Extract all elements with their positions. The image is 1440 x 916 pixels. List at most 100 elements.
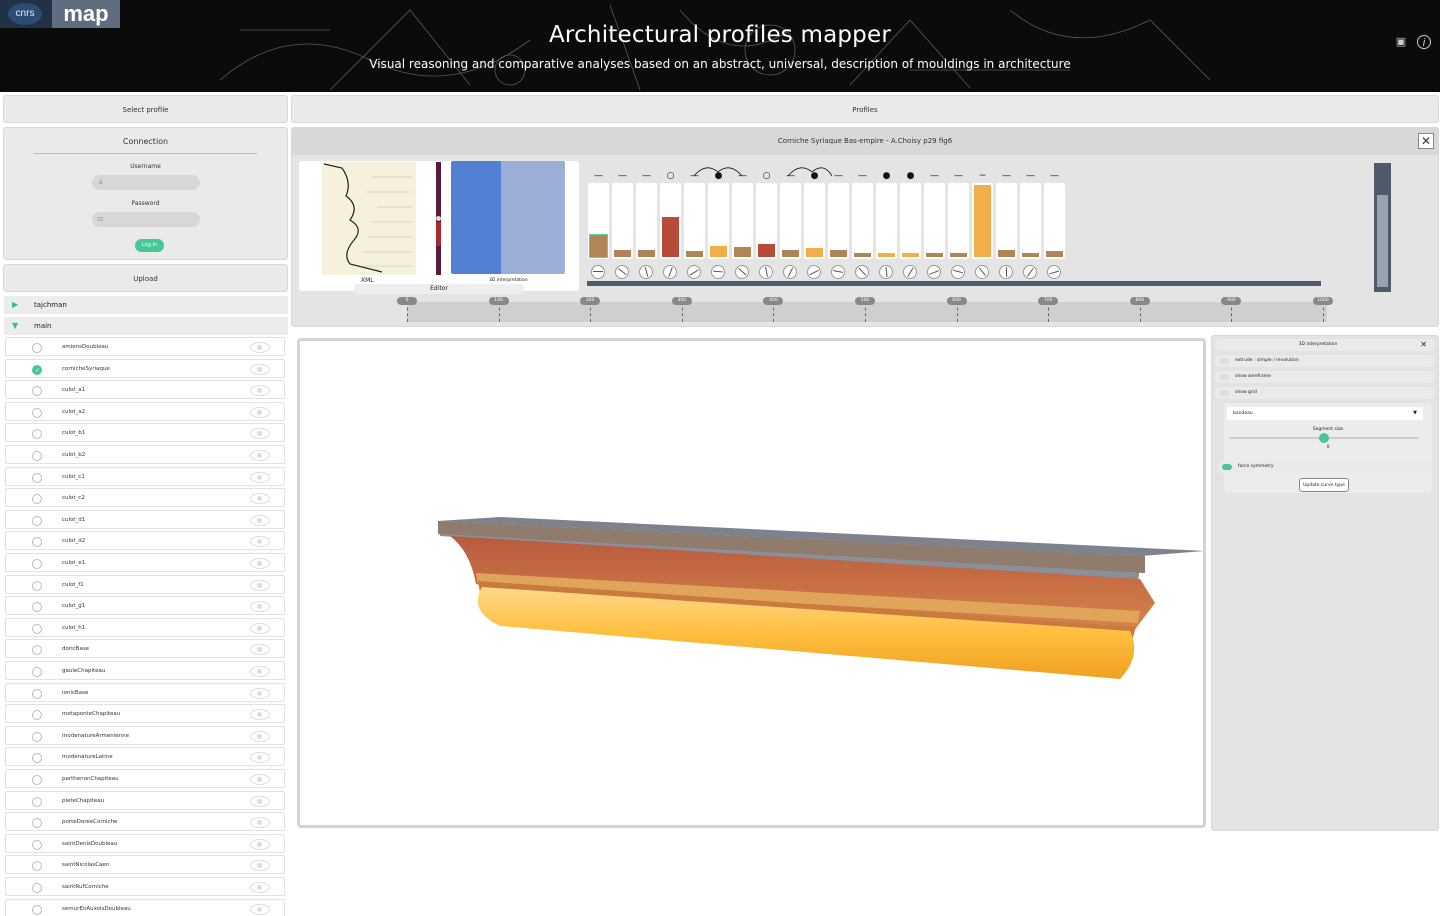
moulding-bar[interactable] (804, 183, 825, 259)
eye-icon[interactable] (250, 752, 270, 764)
bar-rotation-knob[interactable] (949, 263, 967, 281)
profile-radio[interactable] (32, 753, 42, 764)
bar-rotation-knob[interactable] (900, 262, 920, 282)
eye-icon[interactable] (250, 774, 270, 785)
profile-item[interactable]: saintNicolasCaen (5, 855, 285, 875)
moulding-bar[interactable] (780, 183, 801, 259)
profile-item[interactable]: amiensDoubleau (5, 337, 285, 356)
eye-icon[interactable] (250, 730, 270, 742)
eye-icon[interactable] (250, 882, 270, 893)
profile-item[interactable]: saintRufCorniche (5, 877, 285, 896)
bar-rotation-knob[interactable] (757, 263, 775, 281)
profile-item[interactable]: culot_c1 (5, 466, 285, 486)
profile-radio[interactable] (32, 580, 42, 591)
vertical-scrollbar[interactable] (1374, 163, 1391, 292)
toggle-row[interactable]: show grid (1215, 387, 1435, 399)
eye-icon[interactable] (250, 601, 270, 613)
toggle-row[interactable]: show wireframe (1215, 371, 1435, 383)
profile-radio[interactable] (32, 602, 42, 613)
eye-icon[interactable] (250, 666, 270, 677)
bar-rotation-knob[interactable] (660, 262, 680, 282)
profile-radio[interactable] (32, 386, 42, 397)
profile-item[interactable]: culot_d1 (5, 509, 285, 529)
bar-rotation-knob[interactable] (591, 265, 605, 279)
profile-item[interactable]: parthenonChapiteau (5, 769, 285, 788)
moulding-bar[interactable] (660, 183, 681, 259)
moulding-bar[interactable] (1020, 183, 1041, 259)
moulding-bar[interactable] (588, 183, 609, 259)
moulding-bar[interactable] (852, 183, 873, 259)
eye-icon[interactable] (250, 579, 270, 591)
moulding-bar[interactable] (684, 183, 705, 259)
update-curve-type-button[interactable]: Update curve type (1299, 478, 1349, 492)
eye-icon[interactable] (250, 687, 270, 699)
profile-item[interactable]: culot_c2 (5, 488, 285, 508)
moulding-bar[interactable] (756, 183, 777, 259)
eye-icon[interactable] (250, 342, 270, 353)
profile-item[interactable]: modenatureLatine (5, 747, 285, 767)
profile-radio[interactable] (32, 472, 42, 483)
bar-rotation-knob[interactable] (852, 262, 872, 282)
profile-radio[interactable] (32, 361, 42, 380)
bar-rotation-knob[interactable] (998, 264, 1014, 280)
moulding-bar[interactable] (996, 183, 1017, 259)
profile-item[interactable]: modenatureArmenienne (5, 725, 285, 745)
profile-item[interactable]: culot_b2 (5, 445, 285, 464)
3d-viewport[interactable] (297, 338, 1206, 828)
toggle-switch[interactable] (1219, 390, 1229, 396)
moulding-bar[interactable] (612, 183, 633, 259)
eye-icon[interactable] (250, 838, 270, 850)
profile-radio[interactable] (32, 667, 42, 677)
profile-radio[interactable] (32, 731, 42, 742)
eye-icon[interactable] (250, 795, 270, 807)
tree-group-main[interactable]: ▼ main (4, 317, 288, 335)
profile-radio[interactable] (32, 559, 42, 569)
ruler[interactable]: 0 100 200 300 400 500 600 700 800 900 1000 (397, 297, 1333, 322)
profile-sketch-image[interactable] (322, 162, 416, 275)
profile-item[interactable]: ionicBase (5, 682, 285, 702)
eye-icon[interactable] (250, 558, 270, 569)
eye-icon[interactable] (250, 514, 270, 526)
moulding-bar[interactable] (732, 183, 753, 259)
profile-item[interactable]: doricBase (5, 639, 285, 659)
eye-icon[interactable] (250, 536, 270, 548)
bar-rotation-knob[interactable] (1045, 263, 1063, 281)
eye-icon[interactable] (250, 709, 270, 721)
moulding-bar[interactable] (924, 183, 945, 259)
profile-radio[interactable] (32, 688, 42, 699)
profile-item[interactable]: porteDoreeCorniche (5, 812, 285, 832)
moulding-bar[interactable] (1044, 183, 1065, 259)
eye-icon[interactable] (250, 471, 270, 483)
profile-radio[interactable] (32, 645, 42, 656)
profile-radio[interactable] (32, 407, 42, 418)
interpretation-thumbnail[interactable] (451, 161, 565, 274)
profile-item[interactable]: culot_d2 (5, 531, 285, 551)
eye-icon[interactable] (250, 644, 270, 656)
moulding-bar[interactable] (636, 183, 657, 259)
select-profile-header[interactable]: Select profile (3, 95, 288, 123)
force-symmetry-toggle[interactable] (1222, 464, 1232, 470)
profile-item[interactable]: culot_a1 (5, 380, 285, 400)
profile-radio[interactable] (32, 494, 42, 505)
eye-icon[interactable] (250, 363, 270, 375)
eye-icon[interactable] (250, 385, 270, 397)
profile-item[interactable]: culot_g1 (5, 596, 285, 616)
eye-icon[interactable] (250, 428, 270, 440)
profile-item[interactable]: culot_b1 (5, 423, 285, 443)
bar-rotation-knob[interactable] (924, 262, 944, 282)
toggle-switch[interactable] (1219, 374, 1229, 380)
moulding-bars[interactable]: — — — ○ — ● — ○ — ● — — ● ● — — ~ — — — (588, 161, 1368, 291)
profile-item[interactable]: culot_h1 (5, 617, 285, 637)
profile-radio[interactable] (32, 839, 42, 850)
profile-item[interactable]: culot_e1 (5, 553, 285, 572)
editor-tab[interactable]: Editor (354, 284, 524, 294)
profile-radio[interactable] (32, 710, 42, 721)
curve-type-select[interactable]: bandeau ▼ (1227, 407, 1423, 420)
password-field[interactable]: ⊡ (92, 212, 200, 227)
moulding-bar[interactable] (948, 183, 969, 259)
profile-item[interactable]: semurEnAuxoisDoubleau (5, 898, 285, 916)
horizontal-scrollbar[interactable] (587, 281, 1321, 286)
profile-item[interactable]: culot_a2 (5, 401, 285, 421)
bar-rotation-knob[interactable] (829, 263, 847, 281)
profile-radio[interactable] (32, 818, 42, 829)
